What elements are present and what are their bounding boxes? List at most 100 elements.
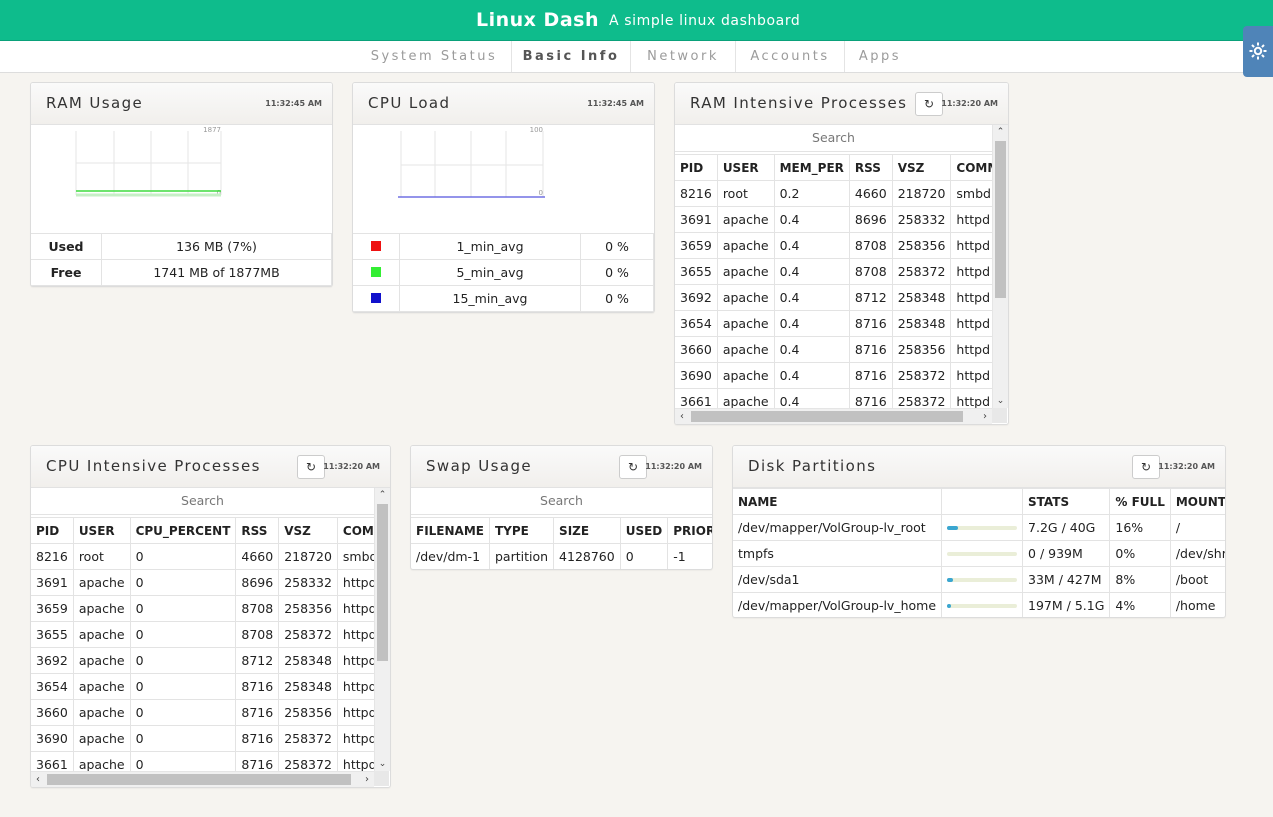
- col-used[interactable]: USED: [619, 517, 669, 544]
- chart-grid: [400, 131, 544, 197]
- cell-user: apache: [72, 647, 131, 674]
- tab-apps[interactable]: Apps: [845, 41, 915, 72]
- tab-accounts[interactable]: Accounts: [736, 41, 845, 72]
- refresh-button[interactable]: ↻: [619, 455, 647, 479]
- col-name[interactable]: NAME: [733, 488, 943, 515]
- scroll-left-arrow[interactable]: ‹: [675, 409, 689, 424]
- table-row[interactable]: 3659 apache 0.4 8708 258356 httpd: [675, 232, 992, 259]
- table-row[interactable]: 3660 apache 0 8716 258356 httpd: [31, 699, 374, 726]
- refresh-button[interactable]: ↻: [297, 455, 325, 479]
- table-row[interactable]: 3655 apache 0 8708 258372 httpd: [31, 621, 374, 648]
- vertical-scrollbar[interactable]: ⌃ ⌄: [374, 488, 390, 771]
- table-row[interactable]: 3692 apache 0.4 8712 258348 httpd: [675, 284, 992, 311]
- disk-partitions-widget: Disk Partitions ↻ 11:32:20 AM NAME STATS…: [732, 445, 1226, 618]
- cell-pid: 8216: [31, 543, 74, 570]
- tab-network[interactable]: Network: [631, 41, 736, 72]
- vertical-scrollbar[interactable]: ⌃ ⌄: [992, 125, 1008, 408]
- table-row[interactable]: 3691 apache 0 8696 258332 httpd: [31, 569, 374, 596]
- cell-user: apache: [72, 751, 131, 771]
- cell-vsz: 258332: [278, 569, 338, 596]
- table-row[interactable]: 8216root04660218720smbd: [31, 543, 374, 570]
- table-row: Used 136 MB (7%): [31, 233, 332, 260]
- table-row[interactable]: 3659 apache 0 8708 258356 httpd: [31, 595, 374, 622]
- col-filename[interactable]: FILENAME: [411, 517, 490, 544]
- col-mem-per[interactable]: MEM_PER: [773, 154, 850, 181]
- table-row: 5_min_avg 0 %: [353, 259, 654, 286]
- cell-command: httpd: [950, 310, 992, 337]
- col-vsz[interactable]: VSZ: [891, 154, 952, 181]
- col-cpu-percent[interactable]: CPU_PERCENT: [129, 517, 237, 544]
- search-input[interactable]: Search: [675, 125, 992, 152]
- scroll-thumb[interactable]: [691, 411, 963, 422]
- cell-command: httpd: [336, 699, 374, 726]
- cell-command: httpd: [950, 336, 992, 363]
- table-row[interactable]: 3654 apache 0.4 8716 258348 httpd: [675, 310, 992, 337]
- table-row[interactable]: 3661 apache 0 8716 258372 httpd: [31, 751, 374, 771]
- swap-usage-widget: Swap Usage ↻ 11:32:20 AM Search FILENAME…: [410, 445, 713, 570]
- table-row[interactable]: 3691 apache 0.4 8696 258332 httpd: [675, 206, 992, 233]
- col-rss[interactable]: RSS: [848, 154, 893, 181]
- disk-partitions-table: NAME STATS % FULL MOUNT PATH /dev/mapper…: [733, 488, 1225, 617]
- scroll-down-arrow[interactable]: ⌄: [375, 757, 390, 771]
- scroll-right-arrow[interactable]: ›: [360, 772, 374, 787]
- scroll-up-arrow[interactable]: ⌃: [993, 125, 1008, 139]
- refresh-button[interactable]: ↻: [915, 92, 943, 116]
- cell-command: httpd: [336, 595, 374, 622]
- table-row[interactable]: 8216 root 0.2 4660 218720 smbd: [675, 180, 992, 207]
- col-pid[interactable]: PID: [31, 517, 74, 544]
- col-command[interactable]: COMMAN: [336, 517, 374, 544]
- col-vsz[interactable]: VSZ: [278, 517, 338, 544]
- horizontal-scrollbar[interactable]: ‹ ›: [675, 408, 992, 424]
- scroll-down-arrow[interactable]: ⌄: [993, 394, 1008, 408]
- table-row[interactable]: 3690 apache 0 8716 258372 httpd: [31, 725, 374, 752]
- scroll-corner: [374, 771, 389, 786]
- col-user[interactable]: USER: [72, 517, 131, 544]
- scroll-thumb[interactable]: [47, 774, 351, 785]
- disk-mount-path: /home: [1169, 592, 1225, 617]
- col-user[interactable]: USER: [716, 154, 775, 181]
- table-row[interactable]: 3661 apache 0.4 8716 258372 httpd: [675, 388, 992, 408]
- cell-rss: 8716: [235, 673, 280, 700]
- cell-user: apache: [716, 258, 775, 285]
- cell-user: apache: [72, 699, 131, 726]
- col-priority[interactable]: PRIORITY: [667, 517, 712, 544]
- tab-system-status[interactable]: System Status: [357, 41, 512, 72]
- y-tick-bottom: 0: [539, 189, 543, 197]
- horizontal-scrollbar[interactable]: ‹ ›: [31, 771, 374, 787]
- search-input[interactable]: Search: [31, 488, 374, 515]
- scroll-up-arrow[interactable]: ⌃: [375, 488, 390, 502]
- col-mount-path[interactable]: MOUNT PATH: [1169, 488, 1225, 515]
- col-stats[interactable]: STATS: [1022, 488, 1111, 515]
- cell-rss: 8708: [848, 232, 893, 259]
- col-size[interactable]: SIZE: [553, 517, 621, 544]
- table-row[interactable]: 3692 apache 0 8712 258348 httpd: [31, 647, 374, 674]
- search-input[interactable]: Search: [411, 488, 712, 515]
- cell-pid: 3655: [675, 258, 718, 285]
- swap-size: 4128760: [553, 543, 621, 569]
- col-percent-full[interactable]: % FULL: [1109, 488, 1171, 515]
- widget-header: Disk Partitions ↻ 11:32:20 AM: [733, 446, 1225, 488]
- scroll-right-arrow[interactable]: ›: [978, 409, 992, 424]
- col-type[interactable]: TYPE: [488, 517, 555, 544]
- tab-basic-info[interactable]: Basic Info: [512, 41, 631, 72]
- scroll-thumb[interactable]: [995, 141, 1006, 298]
- table-header-row: FILENAME TYPE SIZE USED PRIORITY: [411, 517, 712, 544]
- table-row[interactable]: 3654 apache 0 8716 258348 httpd: [31, 673, 374, 700]
- legend-swatch-1min: [371, 241, 381, 251]
- table-row: /dev/sda1 33M / 427M 8%/boot: [733, 566, 1225, 593]
- col-command[interactable]: COMMAN: [950, 154, 992, 181]
- table-row[interactable]: 3660 apache 0.4 8716 258356 httpd: [675, 336, 992, 363]
- cell-rss: 8712: [235, 647, 280, 674]
- scroll-left-arrow[interactable]: ‹: [31, 772, 45, 787]
- table-row[interactable]: 3690 apache 0.4 8716 258372 httpd: [675, 362, 992, 389]
- cell-vsz: 258372: [278, 621, 338, 648]
- col-rss[interactable]: RSS: [235, 517, 280, 544]
- cell-value: 0: [129, 673, 237, 700]
- disk-stats: 197M / 5.1G: [1022, 592, 1111, 617]
- disk-usage-fill: [947, 604, 951, 608]
- settings-button[interactable]: [1243, 26, 1273, 77]
- refresh-button[interactable]: ↻: [1132, 455, 1160, 479]
- col-pid[interactable]: PID: [675, 154, 718, 181]
- scroll-thumb[interactable]: [377, 504, 388, 661]
- table-row[interactable]: 3655 apache 0.4 8708 258372 httpd: [675, 258, 992, 285]
